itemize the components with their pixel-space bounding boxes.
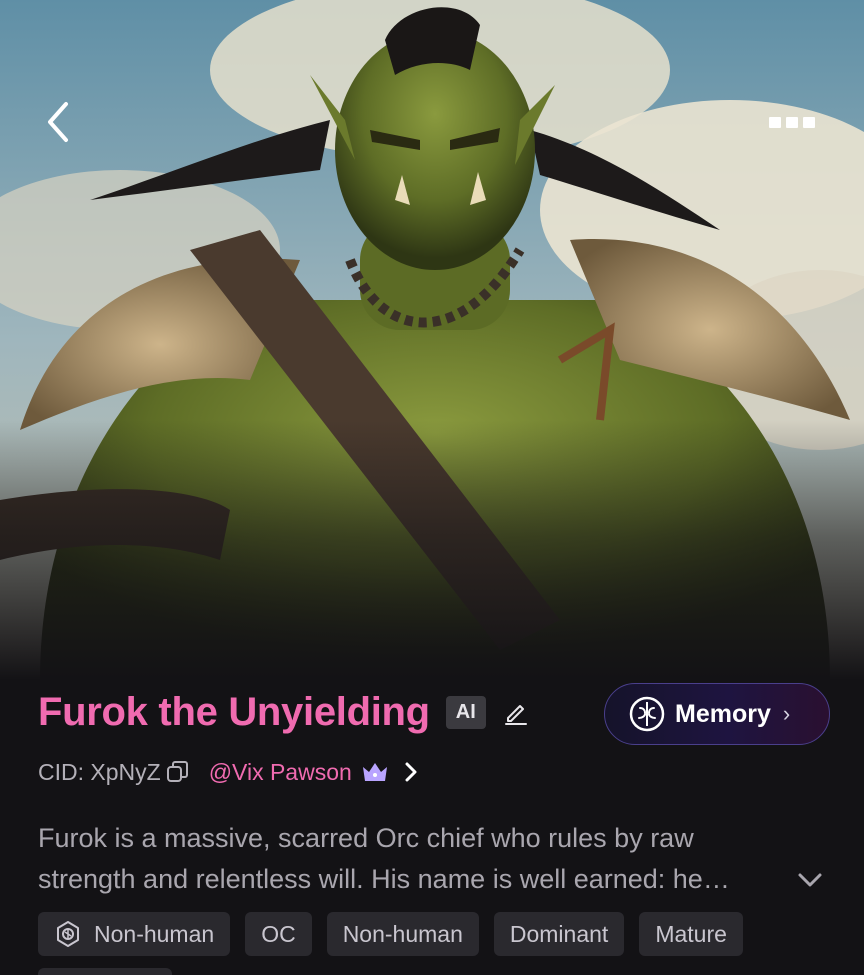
tag-item[interactable]: Non-human — [326, 912, 479, 956]
memory-button[interactable]: Memory › — [604, 683, 830, 745]
tag-label: Dominant — [509, 920, 609, 947]
back-button[interactable] — [36, 96, 84, 148]
tag-item[interactable]: OC — [245, 912, 312, 956]
crown-icon — [362, 763, 387, 781]
brain-circuit-icon — [57, 921, 79, 947]
character-description: Furok is a massive, scarred Orc chief wh… — [38, 823, 730, 894]
tag-item[interactable]: Mature — [639, 912, 743, 956]
tag-label: Non-human — [342, 920, 463, 947]
chevron-down-icon[interactable] — [794, 864, 826, 896]
more-options-button[interactable] — [760, 108, 824, 136]
character-title-row: Furok the Unyielding AI — [38, 684, 530, 740]
tag-label: Mature — [655, 920, 727, 947]
tag-label: Non-human — [94, 920, 215, 947]
tag-item-partial[interactable] — [38, 968, 172, 975]
chevron-left-icon — [48, 102, 68, 142]
ai-badge: AI — [445, 695, 486, 729]
chevron-right-icon[interactable] — [402, 759, 420, 785]
brain-icon — [629, 696, 665, 732]
character-meta-row: CID: XpNyZ @Vix Pawson — [38, 752, 420, 792]
ellipsis-icon — [769, 116, 781, 128]
character-name: Furok the Unyielding — [38, 689, 430, 734]
tag-item[interactable]: Dominant — [493, 912, 625, 956]
chevron-right-icon: › — [782, 701, 791, 726]
tag-item[interactable]: Non-human — [38, 912, 231, 956]
character-cover-image — [0, 0, 864, 680]
tag-list: Non-human OC Non-human Dominant Mature — [38, 912, 743, 956]
character-id: CID: XpNyZ — [38, 758, 161, 785]
copy-icon[interactable] — [165, 759, 191, 785]
author-link[interactable]: @Vix Pawson — [209, 759, 352, 786]
tag-label: OC — [261, 920, 296, 947]
memory-label: Memory — [675, 699, 771, 728]
pencil-icon[interactable] — [502, 698, 530, 726]
